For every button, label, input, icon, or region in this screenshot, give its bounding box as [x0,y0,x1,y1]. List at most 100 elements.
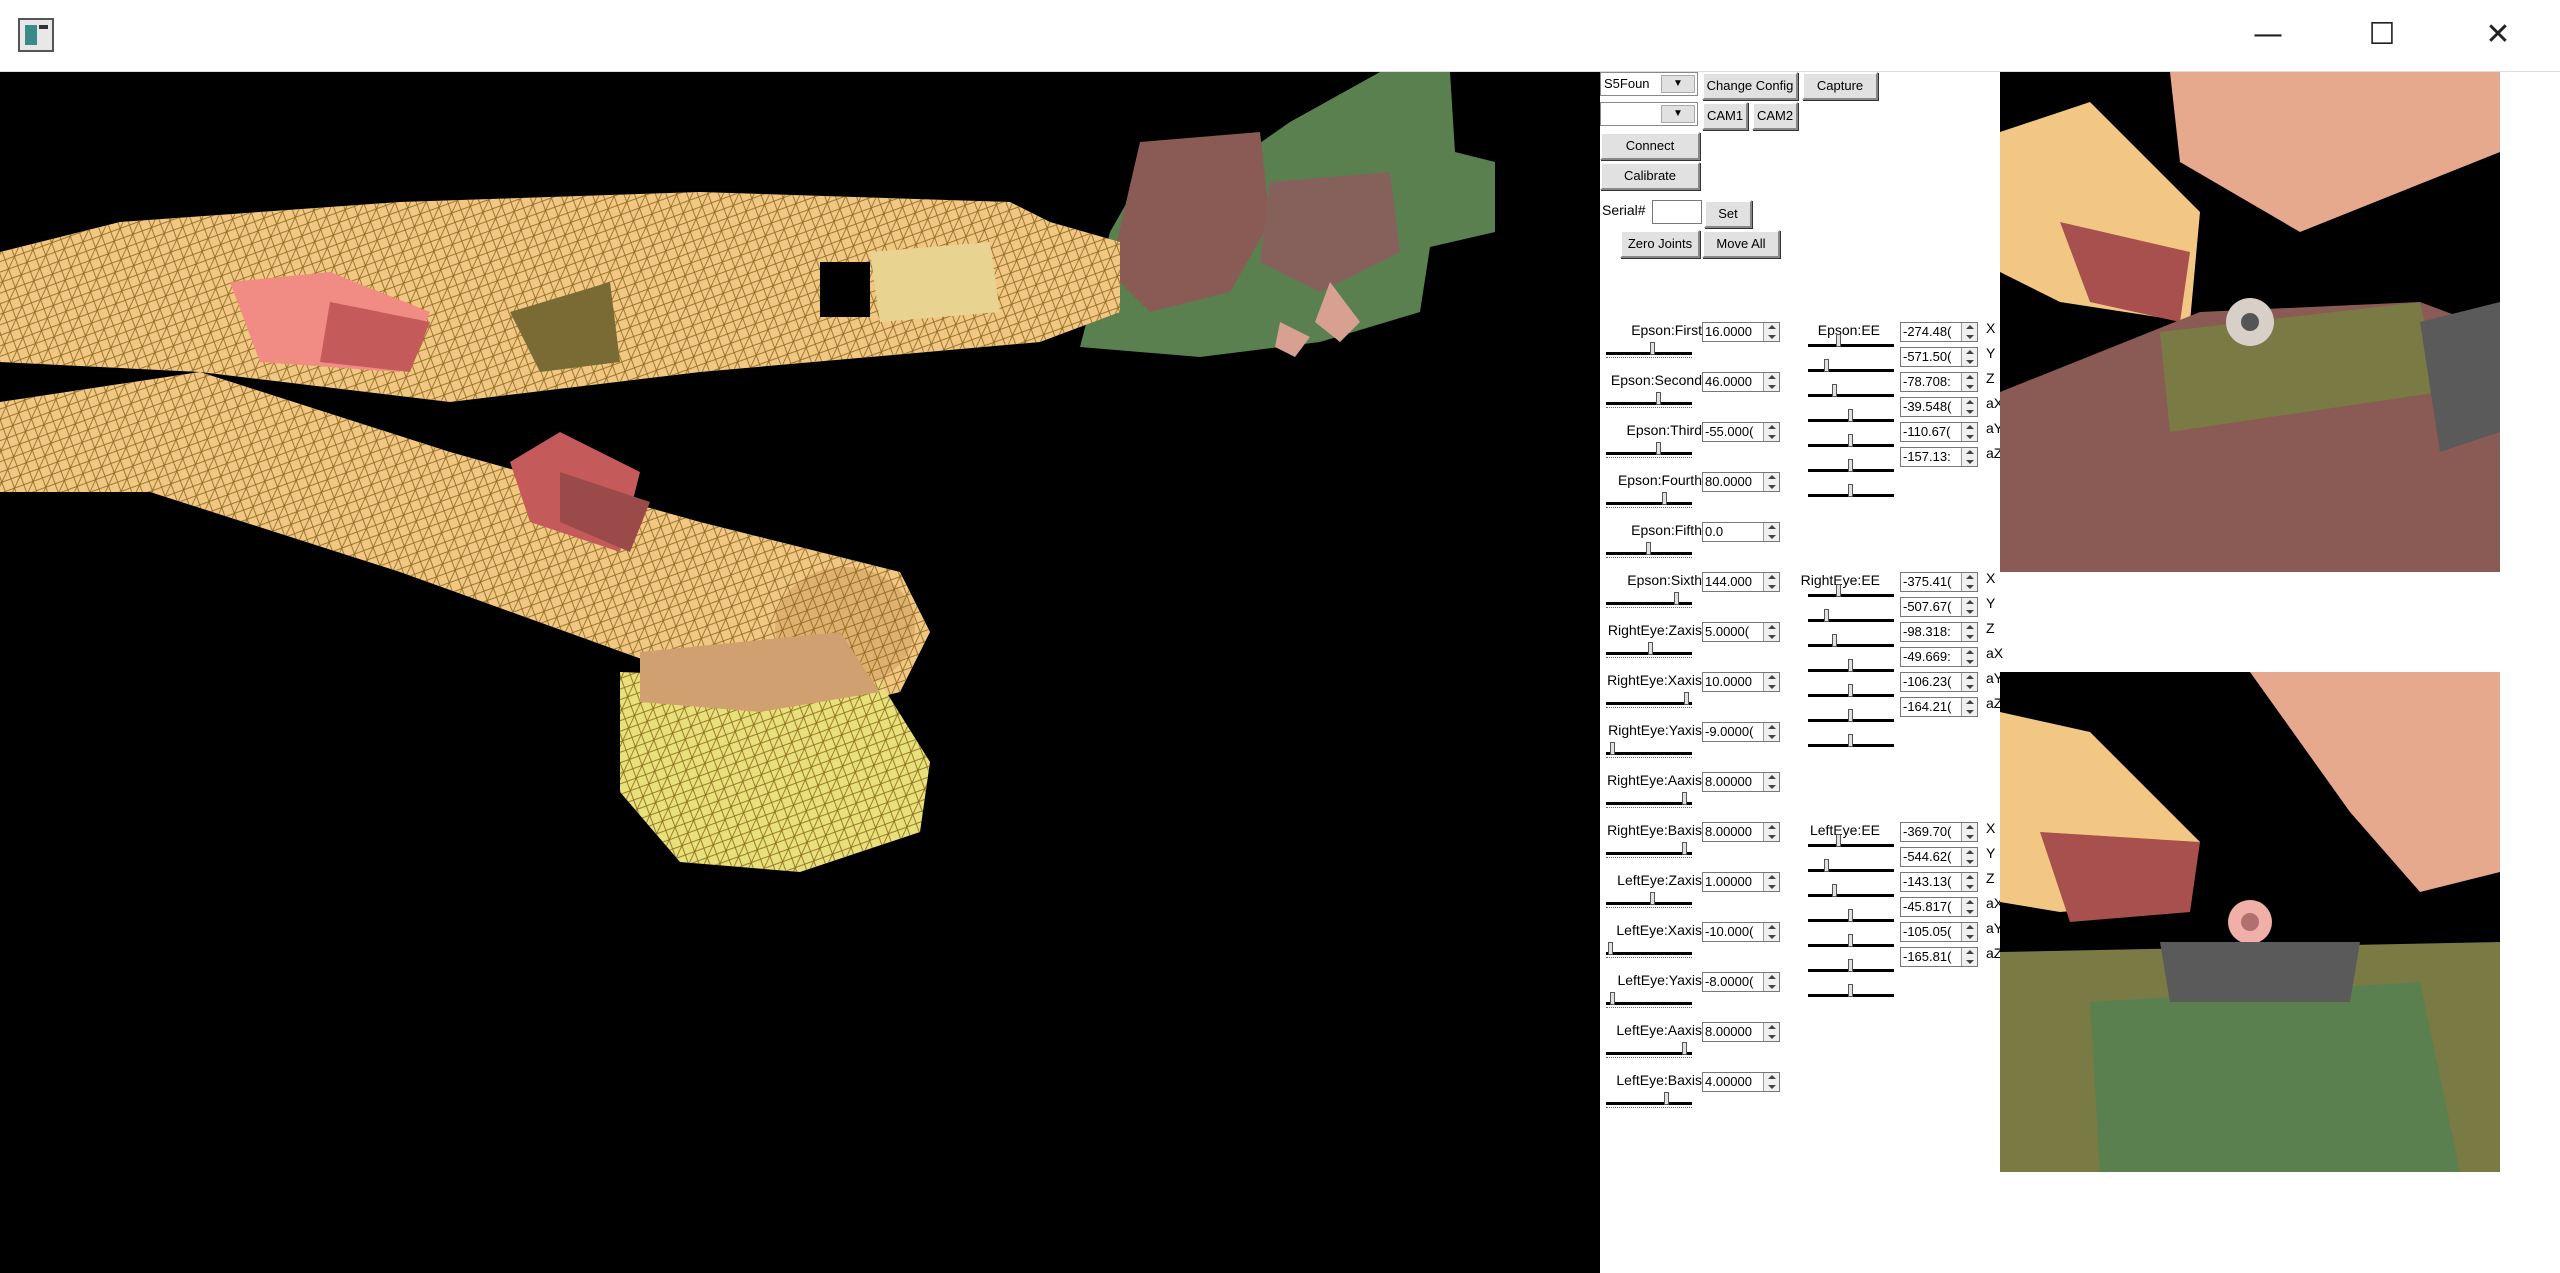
joint-slider[interactable] [1606,592,1692,608]
ee-slider[interactable] [1808,409,1894,425]
spin-arrows-icon[interactable] [1763,1073,1779,1091]
spin-arrows-icon[interactable] [1961,598,1977,616]
ee-slider[interactable] [1808,734,1894,750]
ee-value-spinner[interactable]: -49.669: [1900,647,1978,667]
spin-arrows-icon[interactable] [1961,698,1977,716]
spin-arrows-icon[interactable] [1763,523,1779,541]
slider-thumb[interactable] [1656,392,1661,405]
slider-thumb[interactable] [1836,584,1841,597]
ee-value-spinner[interactable]: -98.318: [1900,622,1978,642]
slider-thumb[interactable] [1610,742,1615,755]
spin-arrows-icon[interactable] [1961,848,1977,866]
joint-value-spinner[interactable]: -8.0000( [1702,972,1780,992]
slider-thumb[interactable] [1848,984,1853,997]
spin-arrows-icon[interactable] [1961,648,1977,666]
spin-arrows-icon[interactable] [1961,398,1977,416]
ee-value-spinner[interactable]: -157.13: [1900,447,1978,467]
joint-value-spinner[interactable]: 8.00000 [1702,1022,1780,1042]
ee-slider[interactable] [1808,334,1894,350]
slider-thumb[interactable] [1848,734,1853,747]
ee-value-spinner[interactable]: -165.81( [1900,947,1978,967]
serial-input[interactable] [1652,200,1702,224]
ee-value-spinner[interactable]: -78.708: [1900,372,1978,392]
slider-thumb[interactable] [1832,884,1837,897]
ee-value-spinner[interactable]: -110.67( [1900,422,1978,442]
capture-button[interactable]: Capture [1802,72,1878,100]
ee-slider[interactable] [1808,609,1894,625]
slider-thumb[interactable] [1824,609,1829,622]
config-select[interactable]: S5Foun ▼ [1600,72,1698,96]
joint-slider[interactable] [1606,792,1692,808]
ee-slider[interactable] [1808,584,1894,600]
slider-thumb[interactable] [1836,834,1841,847]
ee-value-spinner[interactable]: -106.23( [1900,672,1978,692]
slider-thumb[interactable] [1682,792,1687,805]
ee-slider[interactable] [1808,884,1894,900]
spin-arrows-icon[interactable] [1961,873,1977,891]
joint-slider[interactable] [1606,492,1692,508]
ee-slider[interactable] [1808,484,1894,500]
joint-slider[interactable] [1606,692,1692,708]
camera-select[interactable]: ▼ [1600,102,1698,126]
slider-thumb[interactable] [1682,842,1687,855]
spin-arrows-icon[interactable] [1763,1023,1779,1041]
cam1-view[interactable] [2000,72,2500,572]
joint-value-spinner[interactable]: 10.0000 [1702,672,1780,692]
calibrate-button[interactable]: Calibrate [1600,162,1700,190]
connect-button[interactable]: Connect [1600,132,1700,160]
joint-value-spinner[interactable]: 144.000 [1702,572,1780,592]
spin-arrows-icon[interactable] [1763,623,1779,641]
slider-thumb[interactable] [1848,959,1853,972]
joint-value-spinner[interactable]: 80.0000 [1702,472,1780,492]
ee-slider[interactable] [1808,859,1894,875]
spin-arrows-icon[interactable] [1763,923,1779,941]
joint-slider[interactable] [1606,392,1692,408]
ee-slider[interactable] [1808,959,1894,975]
spin-arrows-icon[interactable] [1961,373,1977,391]
spin-arrows-icon[interactable] [1961,348,1977,366]
slider-thumb[interactable] [1648,642,1653,655]
slider-thumb[interactable] [1682,1042,1687,1055]
maximize-button[interactable]: ☐ [2352,14,2412,56]
joint-slider[interactable] [1606,992,1692,1008]
slider-thumb[interactable] [1684,692,1689,705]
ee-value-spinner[interactable]: -274.48( [1900,322,1978,342]
ee-value-spinner[interactable]: -544.62( [1900,847,1978,867]
cam1-button[interactable]: CAM1 [1702,102,1748,130]
slider-thumb[interactable] [1824,359,1829,372]
set-button[interactable]: Set [1704,200,1752,228]
robot-3d-viewport[interactable] [0,72,1600,1273]
joint-slider[interactable] [1606,842,1692,858]
spin-arrows-icon[interactable] [1763,973,1779,991]
slider-thumb[interactable] [1832,634,1837,647]
ee-slider[interactable] [1808,659,1894,675]
slider-thumb[interactable] [1674,592,1679,605]
spin-arrows-icon[interactable] [1763,823,1779,841]
slider-thumb[interactable] [1662,492,1667,505]
joint-slider[interactable] [1606,942,1692,958]
joint-slider[interactable] [1606,342,1692,358]
spin-arrows-icon[interactable] [1961,573,1977,591]
ee-slider[interactable] [1808,834,1894,850]
ee-slider[interactable] [1808,984,1894,1000]
slider-thumb[interactable] [1836,334,1841,347]
joint-value-spinner[interactable]: -9.0000( [1702,722,1780,742]
spin-arrows-icon[interactable] [1961,448,1977,466]
slider-thumb[interactable] [1848,434,1853,447]
joint-value-spinner[interactable]: 4.00000 [1702,1072,1780,1092]
slider-thumb[interactable] [1646,542,1651,555]
ee-slider[interactable] [1808,684,1894,700]
joint-value-spinner[interactable]: 8.00000 [1702,822,1780,842]
ee-value-spinner[interactable]: -507.67( [1900,597,1978,617]
ee-value-spinner[interactable]: -571.50( [1900,347,1978,367]
spin-arrows-icon[interactable] [1763,673,1779,691]
slider-thumb[interactable] [1848,659,1853,672]
ee-value-spinner[interactable]: -105.05( [1900,922,1978,942]
spin-arrows-icon[interactable] [1961,823,1977,841]
slider-thumb[interactable] [1608,942,1613,955]
spin-arrows-icon[interactable] [1763,573,1779,591]
spin-arrows-icon[interactable] [1763,873,1779,891]
spin-arrows-icon[interactable] [1763,773,1779,791]
joint-slider[interactable] [1606,892,1692,908]
slider-thumb[interactable] [1832,384,1837,397]
